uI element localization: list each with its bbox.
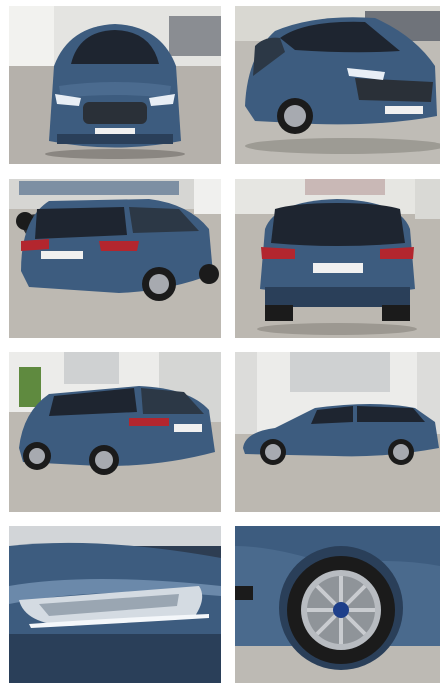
photo-headlight-detail[interactable] [9, 526, 221, 683]
photo-front-view[interactable] [9, 6, 221, 164]
car-side-image [235, 352, 440, 512]
photo-rear-view[interactable] [235, 179, 440, 338]
photo-gallery [0, 0, 440, 683]
photo-rear-three-quarter-view[interactable] [9, 179, 221, 338]
car-rear-side-image [9, 352, 221, 512]
car-rear-angle-image [9, 179, 221, 338]
car-front-image [9, 6, 221, 164]
photo-rear-side-view[interactable] [9, 352, 221, 512]
photo-front-three-quarter-view[interactable] [235, 6, 440, 164]
headlight-image [9, 526, 221, 683]
photo-wheel-detail[interactable] [235, 526, 440, 683]
photo-side-profile-view[interactable] [235, 352, 440, 512]
car-rear-image [235, 179, 440, 338]
car-front-angle-image [235, 6, 440, 164]
wheel-image [235, 526, 440, 683]
